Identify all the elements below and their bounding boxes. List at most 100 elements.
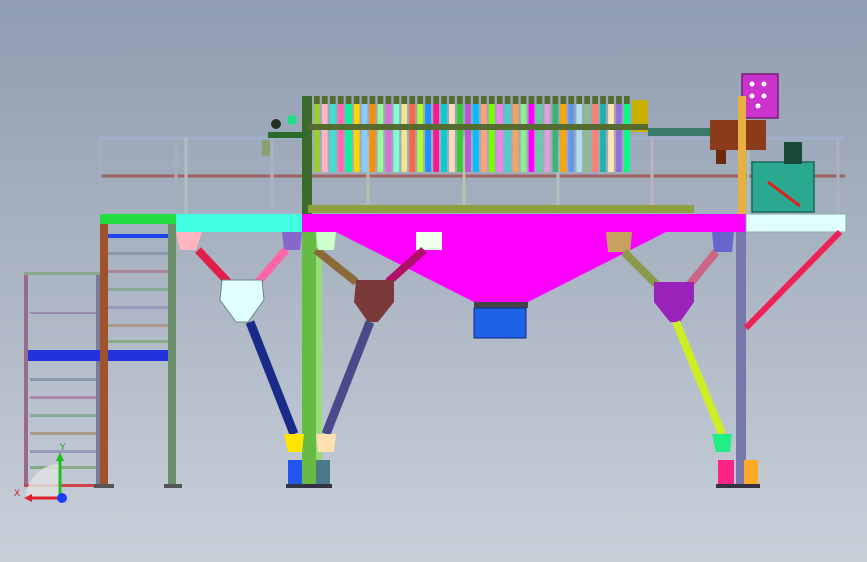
filter-plate-handle — [385, 96, 392, 104]
filter-plate[interactable] — [449, 102, 455, 172]
lower-beam — [308, 205, 694, 213]
filter-plate[interactable] — [425, 102, 431, 172]
filter-plate-handle — [473, 96, 479, 104]
staircase[interactable] — [24, 272, 174, 487]
filter-plate[interactable] — [393, 102, 400, 172]
filter-plate-handle — [321, 96, 328, 104]
filter-plate[interactable] — [536, 102, 543, 172]
filter-plate-handle — [457, 96, 463, 104]
filter-plate-handle — [552, 96, 559, 104]
filter-plate-handle — [465, 96, 471, 104]
filter-plate[interactable] — [465, 102, 471, 172]
filter-plate[interactable] — [409, 102, 416, 172]
filter-plate[interactable] — [568, 102, 575, 172]
filter-plate-handle — [393, 96, 400, 104]
filter-plate[interactable] — [584, 102, 590, 172]
filter-plate[interactable] — [345, 102, 352, 172]
filter-plate[interactable] — [457, 102, 463, 172]
filter-plate[interactable] — [361, 102, 368, 172]
cad-viewport[interactable]: X Y — [0, 0, 867, 562]
filter-plate-handle — [496, 96, 503, 104]
filter-plate[interactable] — [624, 102, 630, 172]
filter-plate[interactable] — [504, 102, 511, 172]
feed-manifold[interactable] — [262, 115, 308, 156]
ladder-post-left — [100, 222, 108, 487]
filter-plate-handle — [592, 96, 598, 104]
y-axis-arrowhead — [56, 452, 64, 461]
filter-plate-stack[interactable] — [314, 96, 630, 172]
filter-plate[interactable] — [401, 102, 408, 172]
valve-icon — [271, 119, 281, 129]
filter-plate[interactable] — [353, 102, 360, 172]
filter-plate-handle — [608, 96, 614, 104]
filter-plate-handle — [520, 96, 527, 104]
filter-plate[interactable] — [600, 102, 606, 172]
filter-plate[interactable] — [417, 102, 424, 172]
filter-plate[interactable] — [385, 102, 392, 172]
filter-plate-handle — [345, 96, 352, 104]
filter-plate-handle — [481, 96, 487, 104]
filter-plate-handle — [449, 96, 455, 104]
filter-plate[interactable] — [441, 102, 447, 172]
filter-plate-handle — [544, 96, 551, 104]
filter-plate-handle — [616, 96, 622, 104]
ladder-top-platform — [100, 214, 176, 224]
right-bracing[interactable] — [606, 229, 843, 452]
discharge-chute — [473, 307, 527, 339]
filter-plate-handle — [409, 96, 416, 104]
pressure-gauge-icon — [287, 115, 297, 125]
filter-plate[interactable] — [528, 102, 535, 172]
filter-plate-handle — [560, 96, 567, 104]
filter-plate-handle — [329, 96, 336, 104]
filter-plate[interactable] — [314, 102, 320, 172]
filter-plate[interactable] — [544, 102, 551, 172]
platform-deck[interactable] — [176, 213, 847, 233]
stair-post-left — [24, 272, 28, 487]
column-feet[interactable] — [286, 460, 760, 488]
column-left — [302, 232, 316, 484]
hydraulic-station[interactable] — [751, 142, 815, 213]
filter-plate[interactable] — [329, 102, 336, 172]
filter-plate[interactable] — [616, 102, 622, 172]
stair-top-rail — [24, 272, 100, 275]
filter-plate[interactable] — [608, 102, 614, 172]
filter-plate[interactable] — [496, 102, 503, 172]
filter-plate[interactable] — [560, 102, 567, 172]
side-beam — [308, 124, 648, 130]
filter-plate-handle — [536, 96, 543, 104]
filter-plate[interactable] — [552, 102, 559, 172]
stair-post-right — [96, 272, 100, 487]
filter-plate-handle — [568, 96, 575, 104]
filter-plate-handle — [504, 96, 511, 104]
filter-plate[interactable] — [321, 102, 328, 172]
filter-plate-handle — [441, 96, 447, 104]
filter-plate-handle — [584, 96, 590, 104]
filter-plate-handle — [314, 96, 320, 104]
filter-plate-handle — [576, 96, 583, 104]
filter-plate[interactable] — [473, 102, 479, 172]
filter-plate[interactable] — [512, 102, 519, 172]
filter-plate-handle — [512, 96, 519, 104]
filter-plate[interactable] — [337, 102, 344, 172]
filter-press-model[interactable]: X Y — [0, 0, 867, 562]
filter-plate-handle — [377, 96, 384, 104]
filter-plate[interactable] — [369, 102, 376, 172]
filter-plate[interactable] — [576, 102, 583, 172]
filter-plate[interactable] — [433, 102, 439, 172]
filter-plate[interactable] — [592, 102, 598, 172]
filter-plate-handle — [417, 96, 424, 104]
filter-plate-handle — [361, 96, 368, 104]
filter-plate[interactable] — [520, 102, 527, 172]
filter-plate-handle — [401, 96, 408, 104]
filter-plate[interactable] — [481, 102, 487, 172]
filter-plate[interactable] — [488, 102, 495, 172]
stair-treads — [30, 378, 96, 469]
filter-plate-handle — [433, 96, 439, 104]
filter-plate-handle — [425, 96, 431, 104]
filter-plate-handle — [528, 96, 535, 104]
filter-plate-handle — [337, 96, 344, 104]
filter-plate-handle — [369, 96, 376, 104]
ladder-post-right — [168, 222, 176, 487]
filter-plate[interactable] — [377, 102, 384, 172]
filter-plate-handle — [353, 96, 360, 104]
